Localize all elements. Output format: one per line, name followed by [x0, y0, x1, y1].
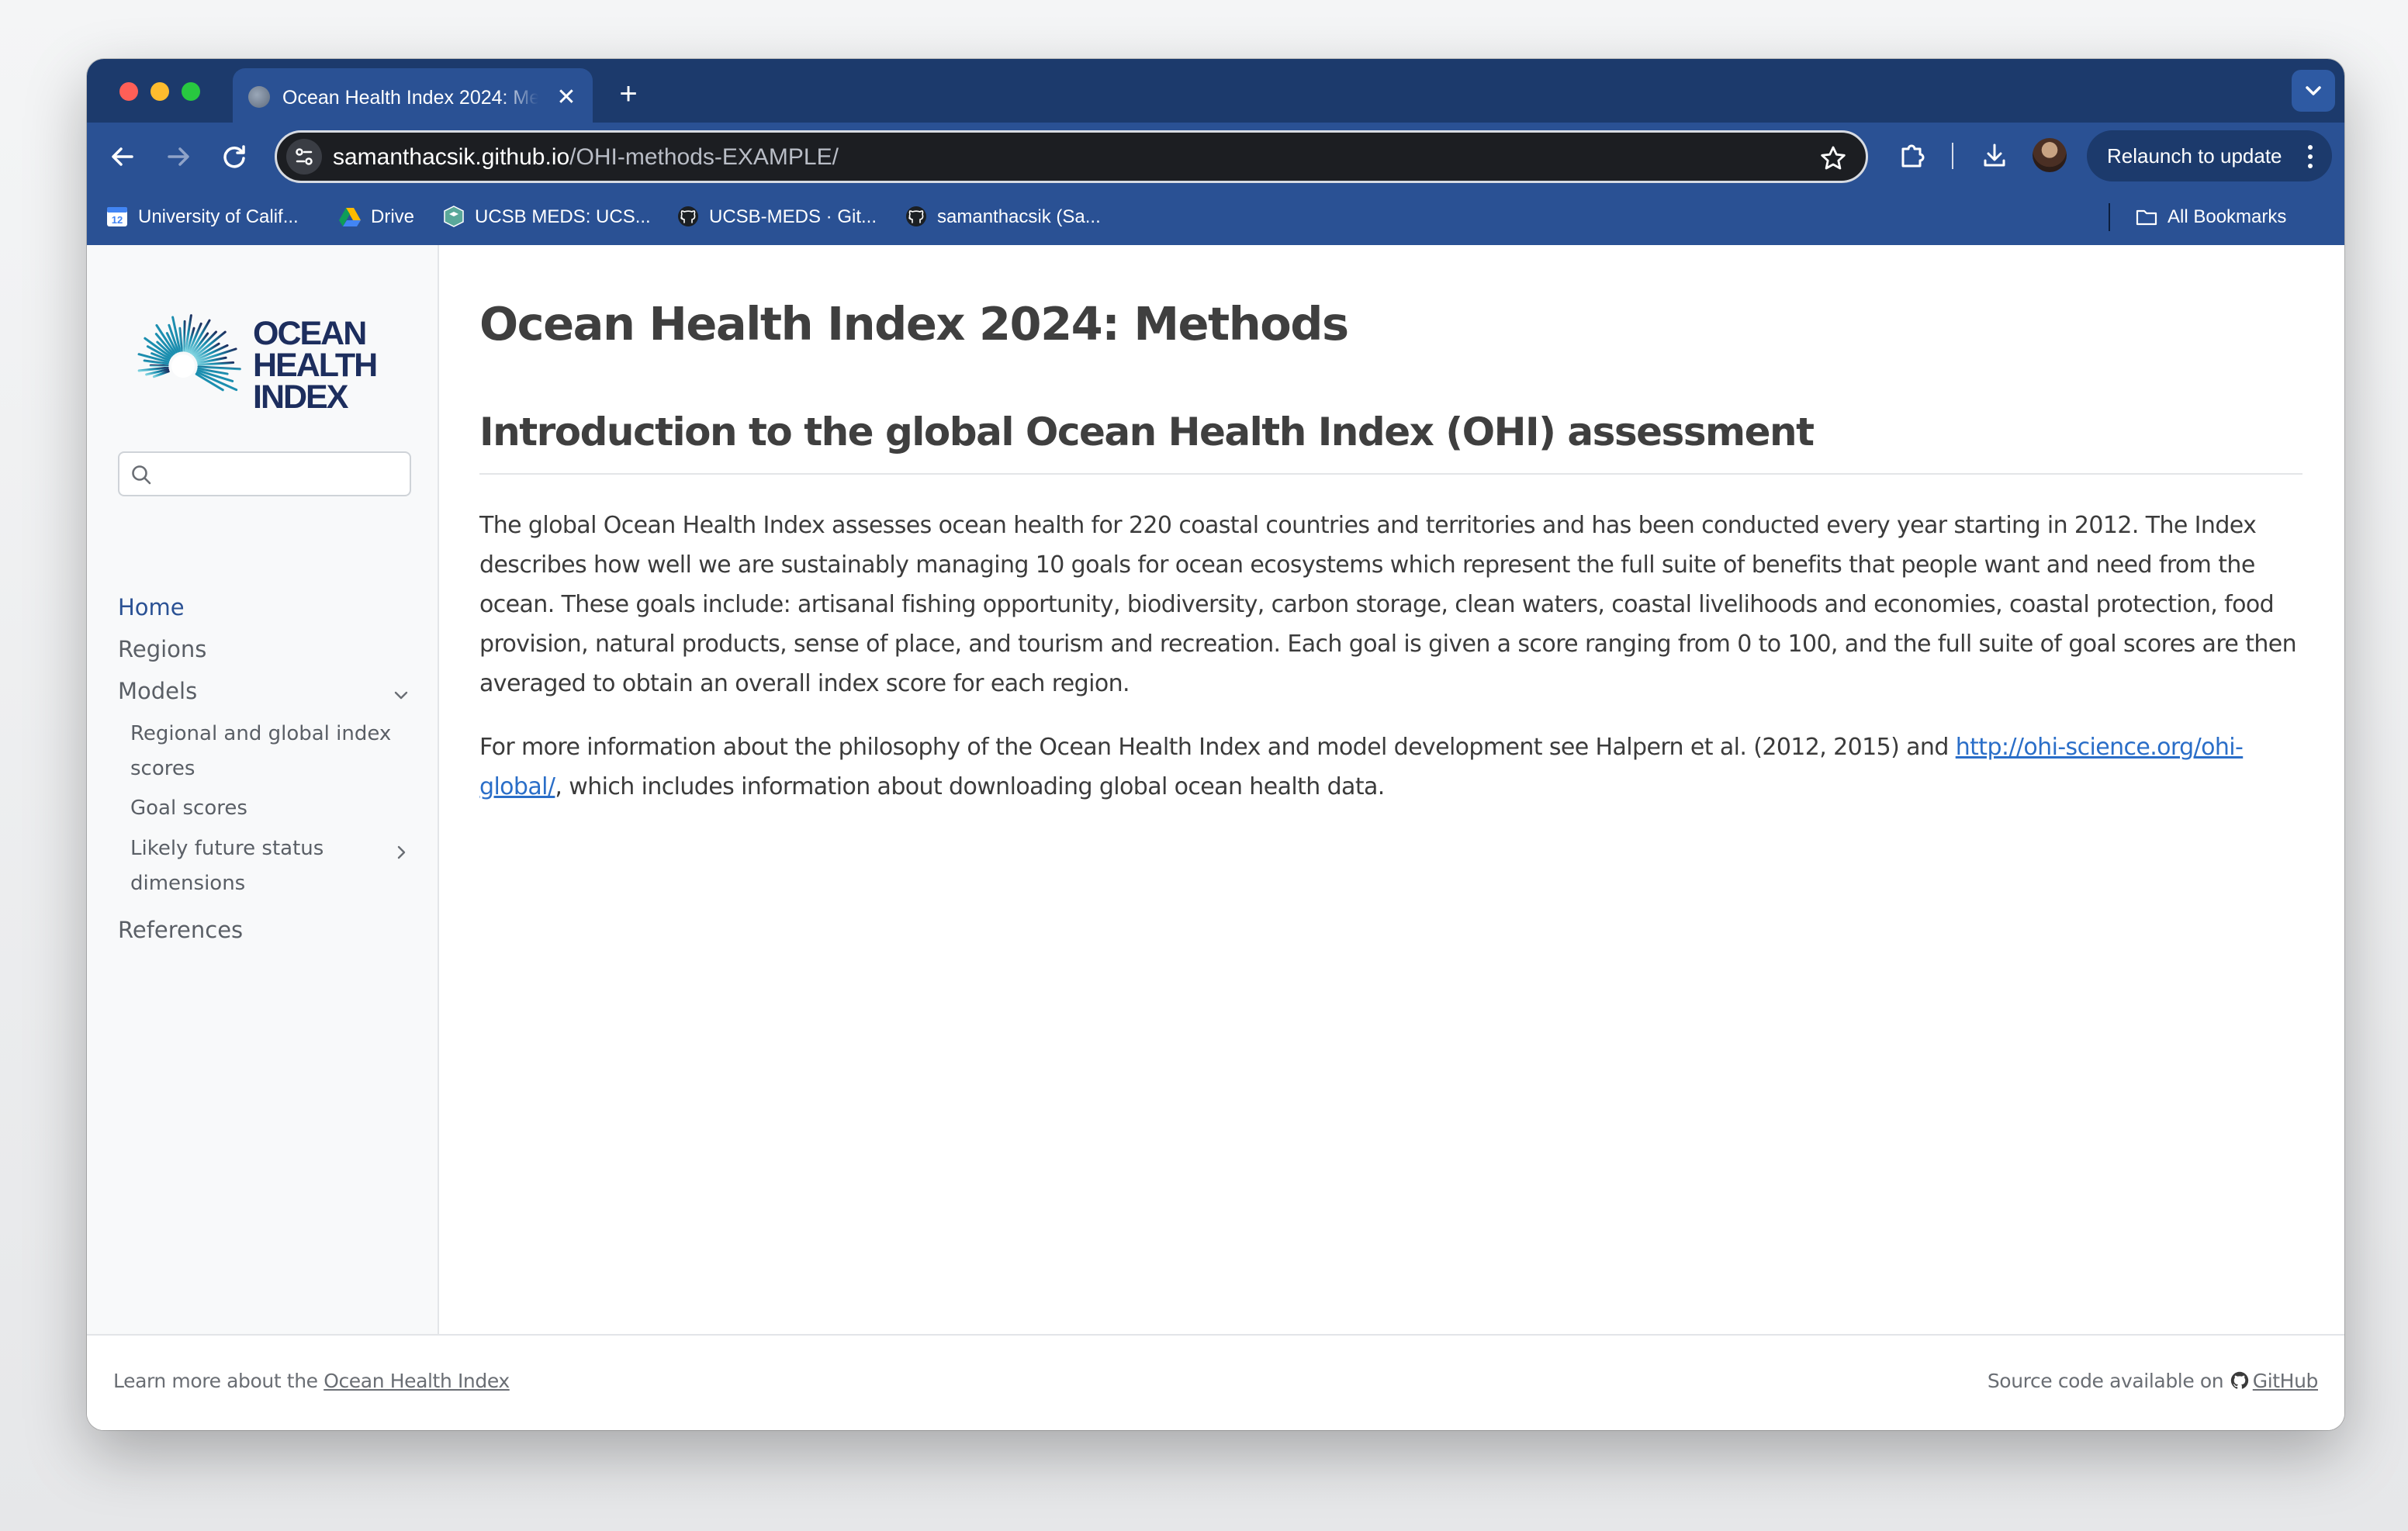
sidebar-subitem-goal-scores[interactable]: Goal scores — [130, 791, 394, 826]
bookmark-label: UCSB-MEDS · Git... — [709, 206, 877, 227]
avatar[interactable] — [2033, 138, 2067, 172]
intro-paragraph: The global Ocean Health Index assesses o… — [479, 512, 2297, 697]
github-icon — [2230, 1371, 2248, 1389]
tab-title: Ocean Health Index 2024: Methods — [282, 87, 538, 109]
logo-word: OCEAN — [253, 315, 367, 352]
sidebar-subitem-future-status[interactable]: Likely future status dimensions — [130, 831, 363, 901]
close-icon[interactable]: ✕ — [552, 84, 580, 112]
logo-ray — [182, 320, 186, 352]
github-icon — [906, 206, 926, 226]
url-text[interactable]: samanthacsik.github.io/OHI-methods-EXAMP… — [333, 142, 839, 173]
download-icon[interactable] — [1977, 138, 2012, 174]
logo-word: HEALTH — [253, 347, 378, 384]
folder-icon — [2136, 209, 2157, 225]
sidebar: OCEAN HEALTH INDEX Home Regions Models R… — [87, 245, 439, 1334]
web-page: OCEAN HEALTH INDEX Home Regions Models R… — [87, 245, 2344, 1430]
new-tab-button[interactable]: + — [611, 78, 645, 112]
ocean-health-index-logo-mark — [137, 314, 241, 392]
sidebar-item-models[interactable]: Models — [118, 675, 197, 707]
search-icon — [132, 465, 151, 485]
kebab-menu-icon[interactable] — [2302, 143, 2318, 171]
address-bar[interactable]: samanthacsik.github.io/OHI-methods-EXAMP… — [275, 130, 1868, 183]
logo-wordmark: OCEAN HEALTH INDEX — [253, 315, 385, 416]
ocean-health-index-link[interactable]: Ocean Health Index — [323, 1370, 510, 1392]
google-drive-icon — [339, 207, 361, 226]
sidebar-subitem-index-scores[interactable]: Regional and global index scores — [130, 717, 394, 786]
browser-toolbar: samanthacsik.github.io/OHI-methods-EXAMP… — [87, 123, 2344, 189]
section-heading: Introduction to the global Ocean Health … — [479, 410, 1815, 454]
chevron-down-icon[interactable] — [391, 686, 411, 706]
meds-icon — [444, 205, 464, 227]
bookmark-item[interactable]: samanthacsik (Sa... — [905, 202, 1101, 233]
site-info-button[interactable] — [286, 139, 322, 175]
github-link[interactable]: GitHub — [2253, 1370, 2319, 1392]
chevron-right-icon[interactable] — [391, 842, 411, 862]
tab-strip: Ocean Health Index 2024: Methods ✕ + — [87, 59, 2344, 123]
ocean-health-index-logo[interactable]: OCEAN HEALTH INDEX — [127, 309, 380, 414]
footer-left: Learn more about the Ocean Health Index — [113, 1367, 510, 1396]
footer-right-text: Source code available on — [1987, 1370, 2230, 1392]
all-bookmarks-button[interactable]: All Bookmarks — [2135, 202, 2286, 233]
url-path: /OHI-methods-EXAMPLE/ — [569, 144, 839, 170]
bookmark-item[interactable]: 12 University of Calif... — [106, 202, 299, 233]
relaunch-label: Relaunch to update — [2107, 144, 2282, 168]
sidebar-item-home[interactable]: Home — [118, 591, 185, 624]
zoom-window-button[interactable] — [182, 82, 200, 101]
toolbar-separator — [1952, 143, 1953, 169]
globe-icon — [248, 86, 270, 108]
main-content: Ocean Health Index 2024: Methods Introdu… — [479, 245, 2302, 1334]
tune-icon — [296, 148, 313, 165]
arrow-left-icon[interactable] — [104, 138, 141, 175]
bookmark-item[interactable]: Drive — [338, 202, 414, 233]
footer-right: Source code available on GitHub — [1987, 1367, 2319, 1396]
bookmarks-bar: 12 University of Calif... Drive UCSB MED… — [87, 189, 2344, 245]
url-host: samanthacsik.github.io — [333, 144, 570, 170]
info-paragraph-text: For more information about the philosoph… — [479, 734, 1956, 761]
bookmark-label: UCSB MEDS: UCS... — [475, 206, 651, 227]
calendar-icon: 12 — [107, 206, 127, 226]
info-paragraph-text: , which includes information about downl… — [555, 773, 1385, 800]
tab-search-button[interactable] — [2292, 70, 2335, 112]
desktop-background: Ocean Health Index 2024: Methods ✕ + — [0, 0, 2408, 1531]
bookmark-label: samanthacsik (Sa... — [937, 206, 1101, 227]
reload-icon[interactable] — [216, 138, 253, 175]
bookmark-item[interactable]: UCSB-MEDS · Git... — [676, 202, 877, 233]
browser-window: Ocean Health Index 2024: Methods ✕ + — [87, 59, 2344, 1430]
sidebar-item-regions[interactable]: Regions — [118, 633, 206, 665]
all-bookmarks-label: All Bookmarks — [2168, 206, 2287, 227]
bookmark-label: Drive — [371, 206, 415, 227]
logo-word: INDEX — [253, 378, 348, 416]
bookmark-item[interactable]: UCSB MEDS: UCS... — [442, 202, 651, 233]
close-window-button[interactable] — [119, 82, 138, 101]
relaunch-button[interactable]: Relaunch to update — [2087, 130, 2332, 181]
chevron-down-icon — [2306, 86, 2321, 95]
bookmark-label: University of Calif... — [138, 206, 299, 227]
page-footer: Learn more about the Ocean Health Index … — [87, 1334, 2344, 1430]
tab-active[interactable]: Ocean Health Index 2024: Methods ✕ — [233, 68, 593, 123]
svg-text:12: 12 — [112, 214, 123, 226]
puzzle-icon[interactable] — [1894, 138, 1930, 174]
minimize-window-button[interactable] — [150, 82, 169, 101]
star-icon[interactable] — [1818, 143, 1849, 175]
info-paragraph: For more information about the philosoph… — [479, 727, 2310, 807]
heading-divider — [479, 473, 2302, 475]
github-icon — [678, 206, 698, 226]
arrow-right-icon[interactable] — [160, 138, 197, 175]
sidebar-item-references[interactable]: References — [118, 914, 243, 946]
footer-left-text: Learn more about the — [113, 1370, 324, 1392]
bookmarks-separator — [2109, 203, 2110, 231]
page-title: Ocean Health Index 2024: Methods — [479, 297, 1349, 351]
search-input[interactable] — [118, 451, 411, 496]
